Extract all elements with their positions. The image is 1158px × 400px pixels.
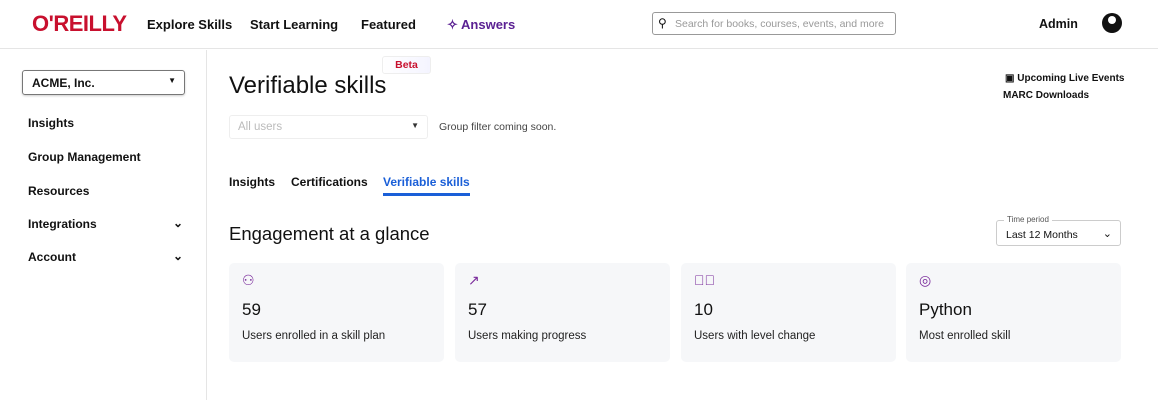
time-period-value: Last 12 Months [1006, 229, 1078, 241]
stat-card-level-change: ✓⃝ 10 Users with level change [681, 263, 896, 362]
tab-certifications[interactable]: Certifications [291, 175, 368, 189]
users-placeholder: All users [238, 121, 283, 133]
marc-downloads-link[interactable]: MARC Downloads [1003, 90, 1089, 101]
integrations-label: Integrations [28, 217, 97, 231]
stat-label: Users enrolled in a skill plan [242, 330, 386, 342]
section-title: Engagement at a glance [229, 223, 430, 244]
stat-value: 10 [694, 300, 713, 319]
caret-down-icon: ▼ [168, 76, 176, 85]
search-icon: ⚲ [658, 16, 667, 30]
admin-link[interactable]: Admin [1039, 17, 1078, 31]
chevron-down-icon: ⌄ [172, 216, 183, 230]
nav-answers[interactable]: ✧ Answers [447, 17, 515, 33]
live-events-label: Upcoming Live Events [1017, 73, 1125, 84]
page-title: Verifiable skills [229, 72, 387, 99]
upcoming-live-events-link[interactable]: ▣ Upcoming Live Events [1005, 73, 1124, 84]
stat-card-progress: ↗ 57 Users making progress [455, 263, 670, 362]
beta-badge: Beta [382, 56, 431, 74]
tab-insights[interactable]: Insights [229, 175, 275, 189]
search-input[interactable]: ⚲ Search for books, courses, events, and … [652, 12, 896, 35]
nav-start-learning[interactable]: Start Learning [250, 17, 338, 32]
stat-label: Users making progress [468, 330, 587, 342]
time-period-label: Time period [1004, 215, 1052, 224]
stat-card-top-skill: ◎ Python Most enrolled skill [906, 263, 1121, 362]
avatar[interactable] [1102, 13, 1122, 33]
chevron-down-icon: ⌄ [1102, 228, 1112, 240]
stat-value: 57 [468, 300, 487, 319]
tab-verifiable-skills[interactable]: Verifiable skills [383, 175, 470, 196]
users-select[interactable]: All users ▼ [229, 115, 428, 139]
check-circle-icon: ✓⃝ [694, 272, 715, 288]
top-bar: O'REILLY Explore Skills Start Learning F… [0, 0, 1158, 49]
sidebar: ACME, Inc. ▼ Insights Group Management Re… [0, 50, 207, 400]
sidebar-item-account[interactable]: Account ⌄ [28, 249, 183, 264]
stat-label: Users with level change [694, 330, 816, 342]
org-select[interactable]: ACME, Inc. ▼ [22, 70, 185, 95]
stat-label: Most enrolled skill [919, 330, 1011, 342]
time-period-select[interactable]: Time period Last 12 Months ⌄ [996, 215, 1121, 246]
sidebar-item-resources[interactable]: Resources [28, 184, 183, 198]
target-icon: ◎ [919, 272, 932, 288]
nav-explore-skills[interactable]: Explore Skills [147, 17, 232, 32]
sidebar-item-group-management[interactable]: Group Management [28, 150, 183, 164]
account-label: Account [28, 250, 76, 264]
org-name: ACME, Inc. [32, 76, 95, 90]
oreilly-logo[interactable]: O'REILLY [32, 11, 127, 37]
stat-value: Python [919, 300, 972, 319]
search-placeholder: Search for books, courses, events, and m… [675, 18, 884, 30]
trending-up-icon: ↗ [468, 272, 480, 288]
caret-down-icon: ▼ [411, 121, 419, 130]
group-filter-note: Group filter coming soon. [439, 121, 557, 133]
stat-card-enrolled: ⚇ 59 Users enrolled in a skill plan [229, 263, 444, 362]
chevron-down-icon: ⌄ [172, 249, 183, 263]
stat-value: 59 [242, 300, 261, 319]
sidebar-item-integrations[interactable]: Integrations ⌄ [28, 216, 183, 231]
answers-label: Answers [461, 17, 516, 32]
calendar-icon: ▣ [1005, 73, 1018, 84]
users-icon: ⚇ [242, 272, 255, 288]
nav-featured[interactable]: Featured [361, 17, 416, 32]
sparkle-icon: ✧ [447, 17, 462, 32]
sidebar-item-insights[interactable]: Insights [28, 116, 183, 130]
